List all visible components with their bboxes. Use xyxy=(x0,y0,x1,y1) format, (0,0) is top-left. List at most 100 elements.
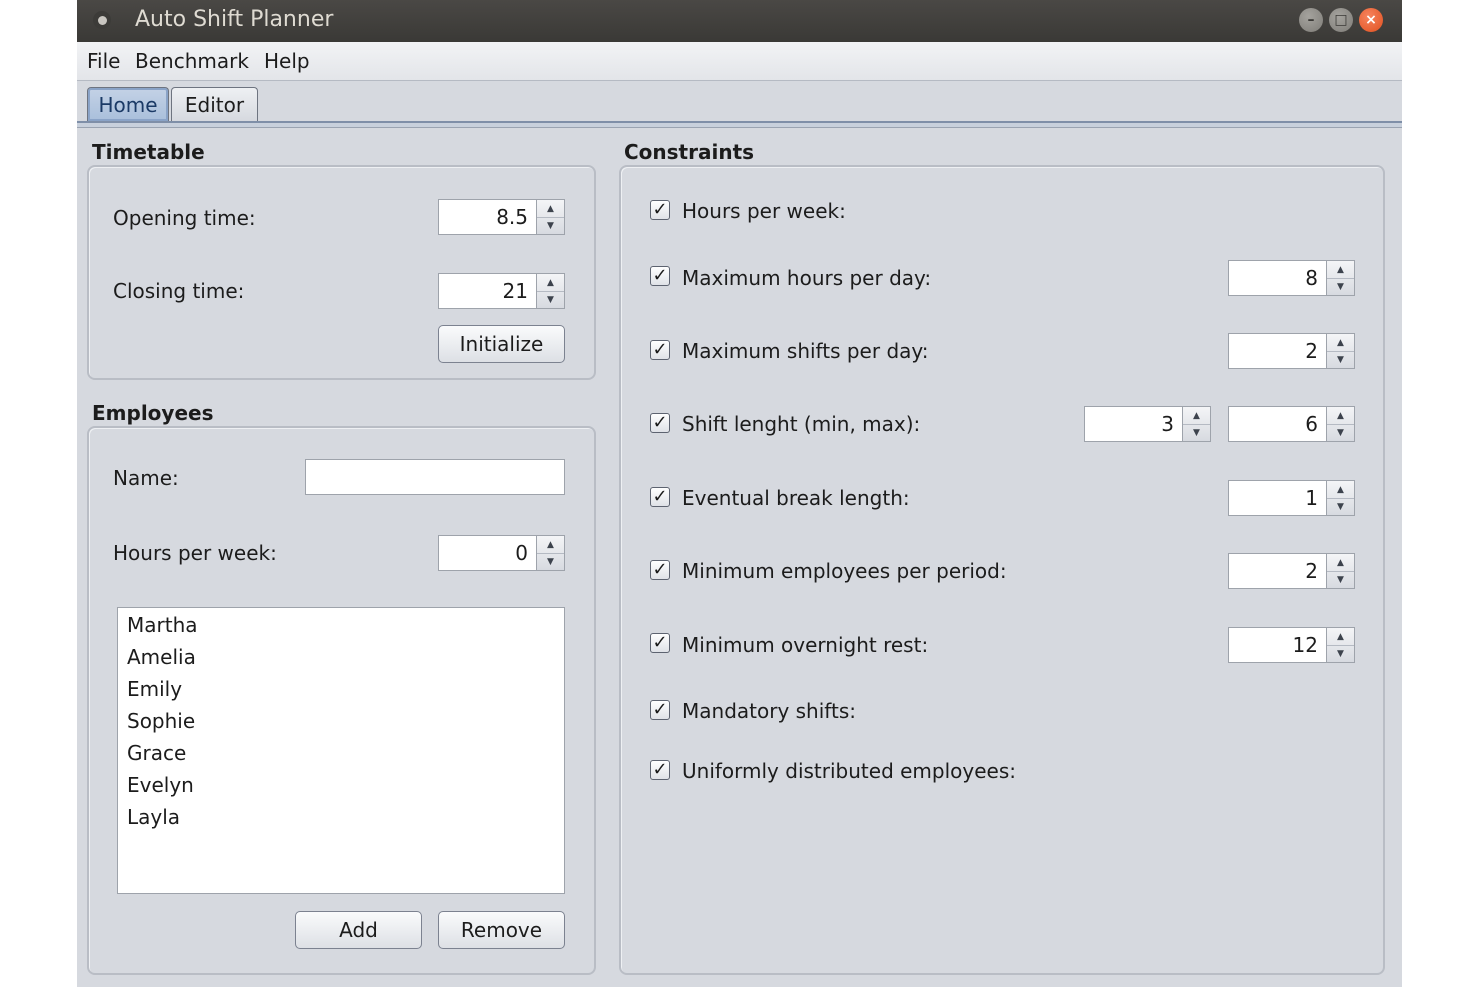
opening-time-label: Opening time: xyxy=(113,206,256,230)
spinner-buttons: ▲ ▼ xyxy=(1326,481,1354,515)
list-item[interactable]: Amelia xyxy=(118,641,564,673)
break-length-checkbox[interactable]: ✓ xyxy=(650,487,670,507)
spinner-buttons: ▲ ▼ xyxy=(536,274,564,308)
spinner-up-icon[interactable]: ▲ xyxy=(537,274,564,292)
menu-file[interactable]: File xyxy=(87,49,120,73)
list-item[interactable]: Layla xyxy=(118,801,564,833)
maximize-icon[interactable]: □ xyxy=(1329,8,1353,32)
hours-per-week-value[interactable]: 0 xyxy=(443,536,532,570)
spinner-buttons: ▲ ▼ xyxy=(1326,334,1354,368)
min-employees-checkbox[interactable]: ✓ xyxy=(650,560,670,580)
spinner-down-icon[interactable]: ▼ xyxy=(1327,278,1354,295)
spinner-up-icon[interactable]: ▲ xyxy=(1183,407,1210,425)
spinner-buttons: ▲ ▼ xyxy=(1326,628,1354,662)
spinner-up-icon[interactable]: ▲ xyxy=(537,536,564,554)
spinner-down-icon[interactable]: ▼ xyxy=(1327,424,1354,441)
spinner-buttons: ▲ ▼ xyxy=(536,200,564,234)
overnight-rest-value[interactable]: 12 xyxy=(1233,628,1322,662)
spinner-buttons: ▲ ▼ xyxy=(1182,407,1210,441)
shift-length-label: Shift lenght (min, max): xyxy=(682,412,921,436)
tab-editor[interactable]: Editor xyxy=(171,87,258,121)
uniform-distribution-checkbox[interactable]: ✓ xyxy=(650,760,670,780)
list-item[interactable]: Evelyn xyxy=(118,769,564,801)
break-length-spinner[interactable]: 1 ▲ ▼ xyxy=(1228,480,1355,516)
constraints-title: Constraints xyxy=(624,140,755,164)
name-input[interactable] xyxy=(305,459,565,495)
spinner-up-icon[interactable]: ▲ xyxy=(537,200,564,218)
max-shifts-per-day-checkbox[interactable]: ✓ xyxy=(650,340,670,360)
shift-length-min-spinner[interactable]: 3 ▲ ▼ xyxy=(1084,406,1211,442)
max-shifts-per-day-label: Maximum shifts per day: xyxy=(682,339,929,363)
closing-time-value[interactable]: 21 xyxy=(443,274,532,308)
hours-per-week-spinner[interactable]: 0 ▲ ▼ xyxy=(438,535,565,571)
hours-per-week-checkbox[interactable]: ✓ xyxy=(650,200,670,220)
app-icon xyxy=(93,11,111,29)
shift-length-max-spinner[interactable]: 6 ▲ ▼ xyxy=(1228,406,1355,442)
uniform-distribution-label: Uniformly distributed employees: xyxy=(682,759,1016,783)
min-employees-value[interactable]: 2 xyxy=(1233,554,1322,588)
overnight-rest-checkbox[interactable]: ✓ xyxy=(650,633,670,653)
min-employees-spinner[interactable]: 2 ▲ ▼ xyxy=(1228,553,1355,589)
spinner-down-icon[interactable]: ▼ xyxy=(537,291,564,308)
overnight-rest-label: Minimum overnight rest: xyxy=(682,633,929,657)
opening-time-value[interactable]: 8.5 xyxy=(443,200,532,234)
list-item[interactable]: Emily xyxy=(118,673,564,705)
max-hours-per-day-label: Maximum hours per day: xyxy=(682,266,932,290)
break-length-label: Eventual break length: xyxy=(682,486,910,510)
initialize-button[interactable]: Initialize xyxy=(438,325,565,363)
spinner-down-icon[interactable]: ▼ xyxy=(1327,645,1354,662)
spinner-down-icon[interactable]: ▼ xyxy=(1327,571,1354,588)
spinner-buttons: ▲ ▼ xyxy=(1326,407,1354,441)
spinner-up-icon[interactable]: ▲ xyxy=(1327,554,1354,572)
tab-home[interactable]: Home xyxy=(87,87,169,121)
title-bar[interactable]: Auto Shift Planner – □ × xyxy=(77,0,1402,42)
menu-benchmark[interactable]: Benchmark xyxy=(135,49,249,73)
shift-length-max-value[interactable]: 6 xyxy=(1233,407,1322,441)
spinner-down-icon[interactable]: ▼ xyxy=(1327,351,1354,368)
max-shifts-per-day-spinner[interactable]: 2 ▲ ▼ xyxy=(1228,333,1355,369)
list-item[interactable]: Martha xyxy=(118,609,564,641)
shift-length-checkbox[interactable]: ✓ xyxy=(650,413,670,433)
spinner-buttons: ▲ ▼ xyxy=(536,536,564,570)
closing-time-label: Closing time: xyxy=(113,279,245,303)
list-item[interactable]: Sophie xyxy=(118,705,564,737)
tab-divider xyxy=(77,121,1402,128)
name-label: Name: xyxy=(113,466,179,490)
max-hours-per-day-value[interactable]: 8 xyxy=(1233,261,1322,295)
menu-bar: File Benchmark Help xyxy=(77,42,1402,81)
close-icon[interactable]: × xyxy=(1359,8,1383,32)
spinner-buttons: ▲ ▼ xyxy=(1326,261,1354,295)
spinner-up-icon[interactable]: ▲ xyxy=(1327,407,1354,425)
spinner-up-icon[interactable]: ▲ xyxy=(1327,334,1354,352)
max-hours-per-day-checkbox[interactable]: ✓ xyxy=(650,266,670,286)
spinner-down-icon[interactable]: ▼ xyxy=(537,217,564,234)
remove-button[interactable]: Remove xyxy=(438,911,565,949)
mandatory-shifts-checkbox[interactable]: ✓ xyxy=(650,700,670,720)
employees-title: Employees xyxy=(92,401,214,425)
timetable-title: Timetable xyxy=(92,140,205,164)
app-window: Auto Shift Planner – □ × File Benchmark … xyxy=(77,0,1402,987)
hours-per-week-label: Hours per week: xyxy=(113,541,277,565)
opening-time-spinner[interactable]: 8.5 ▲ ▼ xyxy=(438,199,565,235)
max-hours-per-day-spinner[interactable]: 8 ▲ ▼ xyxy=(1228,260,1355,296)
hours-per-week-constraint-label: Hours per week: xyxy=(682,199,846,223)
spinner-down-icon[interactable]: ▼ xyxy=(537,553,564,570)
closing-time-spinner[interactable]: 21 ▲ ▼ xyxy=(438,273,565,309)
spinner-up-icon[interactable]: ▲ xyxy=(1327,261,1354,279)
spinner-up-icon[interactable]: ▲ xyxy=(1327,628,1354,646)
min-employees-label: Minimum employees per period: xyxy=(682,559,1007,583)
employee-list[interactable]: Martha Amelia Emily Sophie Grace Evelyn … xyxy=(117,607,565,894)
spinner-up-icon[interactable]: ▲ xyxy=(1327,481,1354,499)
add-button[interactable]: Add xyxy=(295,911,422,949)
max-shifts-per-day-value[interactable]: 2 xyxy=(1233,334,1322,368)
mandatory-shifts-label: Mandatory shifts: xyxy=(682,699,856,723)
spinner-buttons: ▲ ▼ xyxy=(1326,554,1354,588)
list-item[interactable]: Grace xyxy=(118,737,564,769)
menu-help[interactable]: Help xyxy=(264,49,310,73)
spinner-down-icon[interactable]: ▼ xyxy=(1183,424,1210,441)
minimize-icon[interactable]: – xyxy=(1299,8,1323,32)
overnight-rest-spinner[interactable]: 12 ▲ ▼ xyxy=(1228,627,1355,663)
break-length-value[interactable]: 1 xyxy=(1233,481,1322,515)
shift-length-min-value[interactable]: 3 xyxy=(1089,407,1178,441)
spinner-down-icon[interactable]: ▼ xyxy=(1327,498,1354,515)
